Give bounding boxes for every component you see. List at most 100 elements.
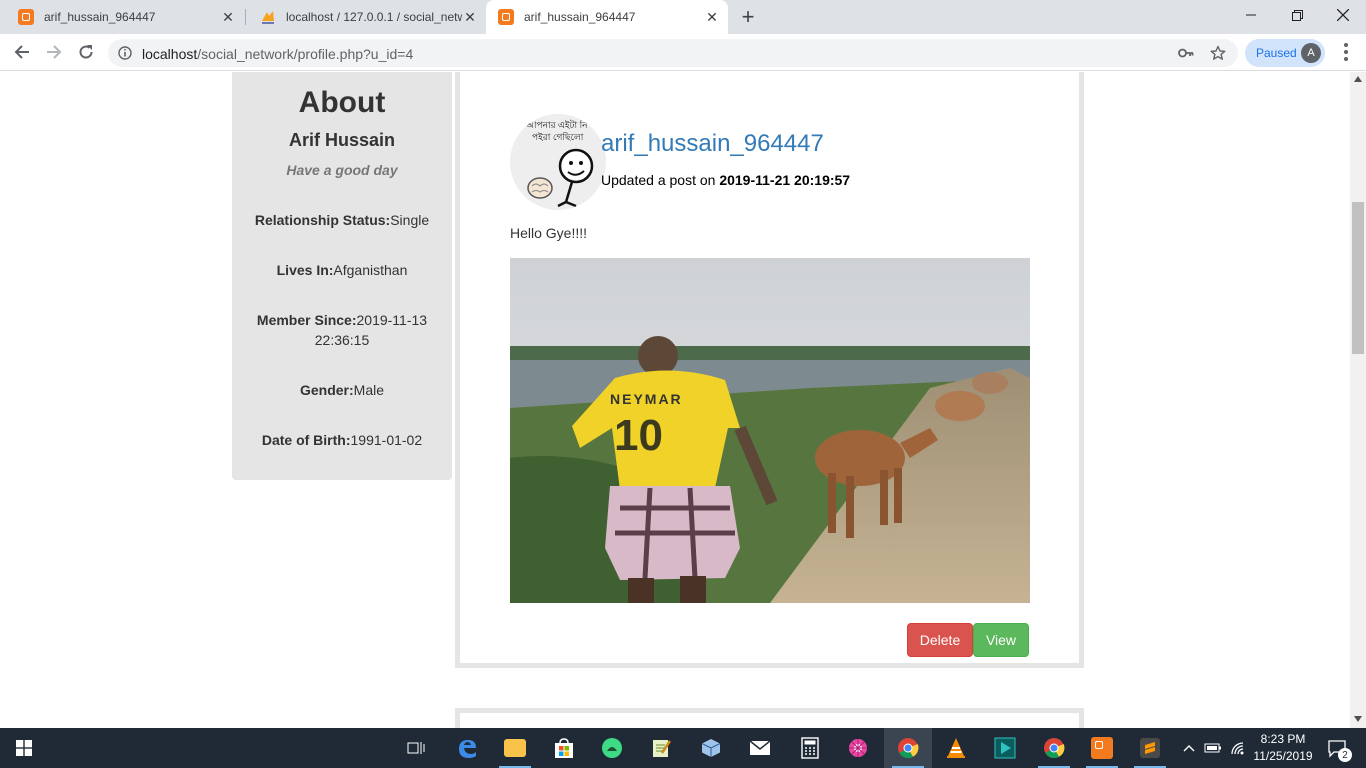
folder-icon [504,739,526,757]
meme-face-icon [527,148,594,208]
browser-toolbar: localhost/social_network/profile.php?u_i… [0,34,1366,71]
show-hidden-icons-button[interactable] [1176,728,1202,768]
phpmyadmin-icon [262,11,274,24]
taskbar-notepad[interactable] [637,728,685,768]
restore-icon [1291,9,1303,21]
close-icon[interactable]: ✕ [220,9,236,25]
windows-taskbar: 8:23 PM 11/25/2019 2 [0,728,1366,768]
back-button[interactable] [8,38,36,66]
notepad-icon [653,740,672,757]
about-sidebar: About Arif Hussain Have a good day Relat… [232,72,452,480]
close-icon[interactable]: ✕ [704,9,720,25]
wifi-status[interactable] [1226,728,1250,768]
address-bar[interactable]: localhost/social_network/profile.php?u_i… [108,39,1238,67]
about-heading: About [298,86,386,119]
taskbar-photos-app[interactable] [834,728,882,768]
delete-button[interactable]: Delete [907,623,973,657]
start-button[interactable] [0,728,48,768]
tab-title: arif_hussain_964447 [524,10,636,24]
minimize-icon [1246,14,1256,16]
tab-2[interactable]: localhost / 127.0.0.1 / social_netw ✕ [246,0,486,34]
member-since: Member Since:2019-11-13 22:36:15 [252,310,432,350]
post-author-avatar[interactable]: আপনার এইটা নি পইরা গেছিলো [510,114,606,210]
key-icon[interactable] [1178,46,1194,60]
restore-button[interactable] [1274,0,1320,30]
taskbar-edge[interactable] [443,728,491,768]
taskbar-virtualbox[interactable] [687,728,735,768]
new-tab-button[interactable]: + [736,4,760,30]
media-player-icon [994,737,1016,759]
taskbar-calculator[interactable] [786,728,834,768]
arrow-right-icon [47,45,62,59]
post-author-link[interactable]: arif_hussain_964447 [601,130,824,158]
task-view-button[interactable] [392,728,440,768]
battery-status[interactable] [1200,728,1226,768]
taskbar-media-app[interactable] [981,728,1029,768]
scroll-up-icon[interactable] [1354,76,1362,82]
shirt-name: NEYMAR [610,391,683,407]
clock-time: 8:23 PM [1260,732,1306,746]
url-text: localhost/social_network/profile.php?u_i… [142,46,413,62]
post-meta: Updated a post on 2019-11-21 20:19:57 [601,172,850,188]
page-viewport: About Arif Hussain Have a good day Relat… [0,72,1350,728]
view-button[interactable]: View [973,623,1029,657]
info-icon[interactable] [118,46,132,60]
taskbar-chrome-active[interactable] [884,728,932,768]
xampp-icon [1091,737,1113,759]
post-body: Hello Gye!!!! [510,225,588,241]
field-label: Gender: [299,382,354,398]
scroll-down-icon[interactable] [1354,716,1362,722]
field-label: Relationship Status: [254,212,391,228]
tab-title: arif_hussain_964447 [44,10,156,24]
xampp-icon [498,9,514,25]
taskbar-file-explorer[interactable] [491,728,539,768]
lives-in: Lives In:Afganisthan [242,260,442,280]
page-scrollbar[interactable] [1350,72,1366,728]
tab-3-active[interactable]: arif_hussain_964447 ✕ [486,0,728,34]
chrome-icon [1044,738,1065,759]
date-of-birth: Date of Birth:1991-01-02 [242,430,442,450]
profile-motto: Have a good day [286,162,398,178]
minimize-button[interactable] [1228,0,1274,30]
url-path: /social_network/profile.php?u_id=4 [197,46,414,62]
taskbar-clock[interactable]: 8:23 PM 11/25/2019 [1248,731,1318,765]
taskbar-vlc[interactable] [932,728,980,768]
arrow-left-icon [14,45,29,59]
scrollbar-thumb[interactable] [1352,202,1364,354]
sublime-text-icon [1140,738,1160,758]
taskbar-android-studio[interactable] [588,728,636,768]
clock-date: 11/25/2019 [1253,749,1313,763]
tab-1[interactable]: arif_hussain_964447 ✕ [0,0,244,34]
profile-paused-button[interactable]: Paused A [1245,39,1325,67]
taskbar-store[interactable] [540,728,588,768]
close-icon[interactable]: ✕ [462,9,478,25]
taskbar-xampp[interactable] [1078,728,1126,768]
shirt-number: 10 [614,411,663,460]
field-value: Male [353,382,385,398]
notification-count-badge: 2 [1338,748,1352,762]
taskbar-mail[interactable] [736,728,784,768]
reload-button[interactable] [72,38,100,66]
calculator-icon [801,737,819,759]
gender: Gender:Male [242,380,442,400]
xampp-icon [18,9,34,25]
post-image: NEYMAR 10 [510,258,1030,603]
post-date: 2019-11-21 20:19:57 [719,172,851,188]
action-center-button[interactable]: 2 [1320,728,1354,768]
close-window-button[interactable] [1320,0,1366,30]
store-icon [555,738,573,758]
post-photo[interactable]: NEYMAR 10 [510,258,1030,603]
forward-button[interactable] [40,38,68,66]
post-card-next [455,708,1084,728]
post-action-text: Updated a post on [601,172,720,188]
relationship-status: Relationship Status:Single [242,210,442,230]
browser-menu-button[interactable] [1336,42,1356,62]
chrome-icon [898,738,919,759]
reload-icon [79,45,93,59]
taskbar-sublime[interactable] [1126,728,1174,768]
battery-icon [1204,743,1221,753]
field-value: Afganisthan [333,262,408,278]
android-studio-icon [602,738,622,758]
star-icon[interactable] [1210,45,1226,61]
taskbar-chrome-profile[interactable] [1030,728,1078,768]
